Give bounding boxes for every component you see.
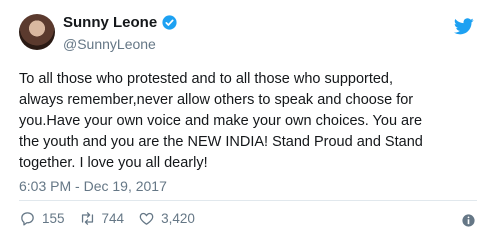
twitter-bird-icon[interactable] bbox=[454, 18, 474, 35]
reply-count: 155 bbox=[42, 211, 65, 226]
retweet-icon bbox=[81, 212, 93, 225]
display-name[interactable]: Sunny Leone bbox=[63, 14, 157, 31]
tweet-card: Sunny Leone @SunnyLeone To all those who… bbox=[0, 0, 496, 250]
like-icon bbox=[139, 212, 154, 225]
reply-button[interactable]: 155 bbox=[19, 210, 65, 227]
reply-icon bbox=[21, 212, 34, 226]
retweet-button[interactable]: 744 bbox=[79, 210, 125, 227]
avatar[interactable] bbox=[19, 14, 55, 50]
info-icon[interactable] bbox=[462, 214, 475, 227]
author-handle[interactable]: @SunnyLeone bbox=[63, 36, 156, 52]
divider bbox=[19, 200, 477, 201]
like-count: 3,420 bbox=[161, 211, 195, 226]
author-name-row: Sunny Leone bbox=[63, 14, 178, 31]
retweet-count: 744 bbox=[101, 211, 125, 226]
verified-icon bbox=[162, 15, 177, 30]
tweet-text: To all those who protested and to all th… bbox=[19, 71, 423, 171]
like-button[interactable]: 3,420 bbox=[138, 210, 195, 227]
tweet-timestamp[interactable]: 6:03 PM - Dec 19, 2017 bbox=[19, 178, 167, 194]
tweet-actions: 155 744 3,420 bbox=[19, 210, 209, 227]
